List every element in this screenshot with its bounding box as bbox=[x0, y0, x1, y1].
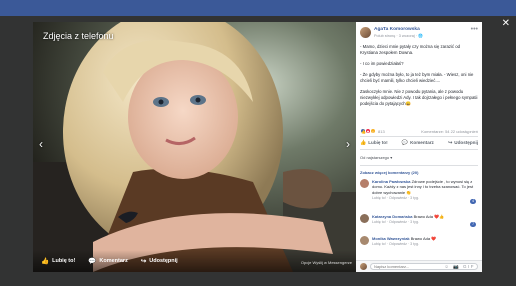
post-text: - Mamo, dzieci mnie pytały czy można się… bbox=[360, 44, 478, 112]
current-user-avatar bbox=[360, 263, 367, 270]
photo-viewer: Zdjęcia z telefonu ‹ › 👍 Lubię to! 💬 Kom… bbox=[33, 22, 482, 272]
commenter-name[interactable]: Monika Wawrzyniak bbox=[372, 236, 410, 241]
comment-label: Komentarz bbox=[410, 140, 434, 145]
author-name[interactable]: AgaTa Komorowska bbox=[374, 27, 420, 32]
comment: Katarzyna Domańska Brawo Ada ❤️👍 Lubię t… bbox=[360, 214, 478, 230]
photo-share-label: Udostępnij bbox=[149, 258, 178, 264]
comment: Karolina Pawłowska Zdrowe podejście , to… bbox=[360, 179, 478, 207]
post-header: AgaTa Komorowska Polub stronę · 3 wczora… bbox=[360, 26, 478, 39]
facebook-top-bar bbox=[0, 0, 516, 16]
more-options-icon[interactable]: ••• bbox=[471, 26, 478, 33]
commenter-avatar[interactable] bbox=[360, 179, 369, 188]
share-icon: ↪ bbox=[448, 139, 453, 146]
divider bbox=[360, 165, 478, 166]
author-avatar[interactable] bbox=[360, 27, 371, 38]
comment-share-stats[interactable]: Komentarze: 54 22 udostępnień bbox=[421, 129, 478, 134]
wow-icon: • bbox=[370, 128, 376, 134]
post-action-bar: 👍 Lubię to! 💬 Komentarz ↪ Udostępnij bbox=[360, 138, 478, 147]
like-icon: 👍 bbox=[360, 139, 367, 146]
commenter-name[interactable]: Katarzyna Domańska bbox=[372, 214, 412, 219]
next-photo-icon[interactable]: › bbox=[346, 138, 350, 150]
post-paragraph: Zaskoczyło mnie. Nie z powodu pytania, a… bbox=[360, 89, 478, 106]
post-paragraph: - Że gdyby można było, to ja też bym mia… bbox=[360, 72, 474, 83]
comment-actions[interactable]: Lubię to! · Odpowiedz · 3 tyg. bbox=[372, 242, 478, 247]
share-icon: ↪ bbox=[140, 258, 147, 265]
view-more-comments-link[interactable]: Zobacz więcej komentarzy (20) bbox=[360, 170, 418, 175]
share-button[interactable]: ↪ Udostępnij bbox=[448, 140, 478, 146]
comment-actions[interactable]: Lubię to! · Odpowiedz · 3 tyg. bbox=[372, 220, 478, 225]
post-subline: Polub stronę · 3 wczoraj · 🌐 bbox=[374, 34, 423, 38]
photo-album-title[interactable]: Zdjęcia z telefonu bbox=[43, 31, 114, 41]
like-button[interactable]: 👍 Lubię to! bbox=[360, 140, 388, 146]
comment-icon: 💬 bbox=[88, 258, 97, 265]
comment: Monika Wawrzyniak Brawo Ada ❤️ Lubię to!… bbox=[360, 236, 478, 252]
commenter-avatar[interactable] bbox=[360, 236, 369, 245]
photo-comment-label: Komentarz bbox=[99, 258, 128, 264]
photo-area: Zdjęcia z telefonu ‹ › 👍 Lubię to! 💬 Kom… bbox=[33, 22, 356, 272]
comment-reaction-badge[interactable]: 7 bbox=[470, 222, 476, 227]
post-stats: 👍 ♥ • 813 Komentarze: 54 22 udostępnień bbox=[360, 128, 478, 135]
comment-body: Katarzyna Domańska Brawo Ada ❤️👍 Lubię t… bbox=[372, 214, 478, 226]
commenter-name[interactable]: Karolina Pawłowska bbox=[372, 179, 410, 184]
like-icon: 👍 bbox=[41, 258, 50, 265]
reaction-icons[interactable]: 👍 ♥ • bbox=[360, 128, 376, 134]
comment-reaction-badge[interactable]: 4 bbox=[470, 199, 476, 204]
comment-body: Monika Wawrzyniak Brawo Ada ❤️ Lubię to!… bbox=[372, 236, 478, 248]
comment-button[interactable]: 💬 Komentarz bbox=[402, 140, 434, 146]
photo-like-button[interactable]: 👍 Lubię to! bbox=[41, 257, 75, 265]
comment-sort-dropdown[interactable]: Od najstarszego ▾ bbox=[360, 155, 392, 160]
divider bbox=[360, 149, 478, 150]
close-icon[interactable]: ✕ bbox=[502, 19, 510, 29]
reaction-count[interactable]: 813 bbox=[378, 129, 385, 134]
post-paragraph: - I co im powiedziałaś? bbox=[360, 61, 404, 66]
share-label: Udostępnij bbox=[454, 140, 478, 145]
photo-comment-button[interactable]: 💬 Komentarz bbox=[88, 257, 128, 265]
like-label: Lubię to! bbox=[368, 140, 388, 145]
previous-photo-icon[interactable]: ‹ bbox=[39, 138, 43, 150]
comment-body: Karolina Pawłowska Zdrowe podejście , to… bbox=[372, 179, 478, 202]
comment-text: Brawo Ada ❤️ bbox=[410, 236, 437, 241]
child-photo bbox=[33, 22, 356, 272]
commenter-avatar[interactable] bbox=[360, 214, 369, 223]
photo-options-links[interactable]: Opcje Wyślij w Messengerze bbox=[301, 260, 352, 265]
comment-icon: 💬 bbox=[401, 139, 409, 146]
photo-like-label: Lubię to! bbox=[52, 258, 76, 264]
photo-share-button[interactable]: ↪ Udostępnij bbox=[141, 257, 178, 265]
comment-attachment-icons[interactable]: ☺ 📷 GIF bbox=[444, 264, 475, 270]
post-paragraph: - Mamo, dzieci mnie pytały czy można się… bbox=[360, 44, 461, 55]
post-side-panel: AgaTa Komorowska Polub stronę · 3 wczora… bbox=[356, 22, 482, 272]
comment-text: Brawo Ada ❤️👍 bbox=[413, 214, 445, 219]
comment-actions[interactable]: Lubię to! · Odpowiedz · 3 tyg. bbox=[372, 196, 478, 201]
divider bbox=[360, 136, 478, 137]
write-comment-box: ☺ 📷 GIF bbox=[356, 260, 482, 272]
